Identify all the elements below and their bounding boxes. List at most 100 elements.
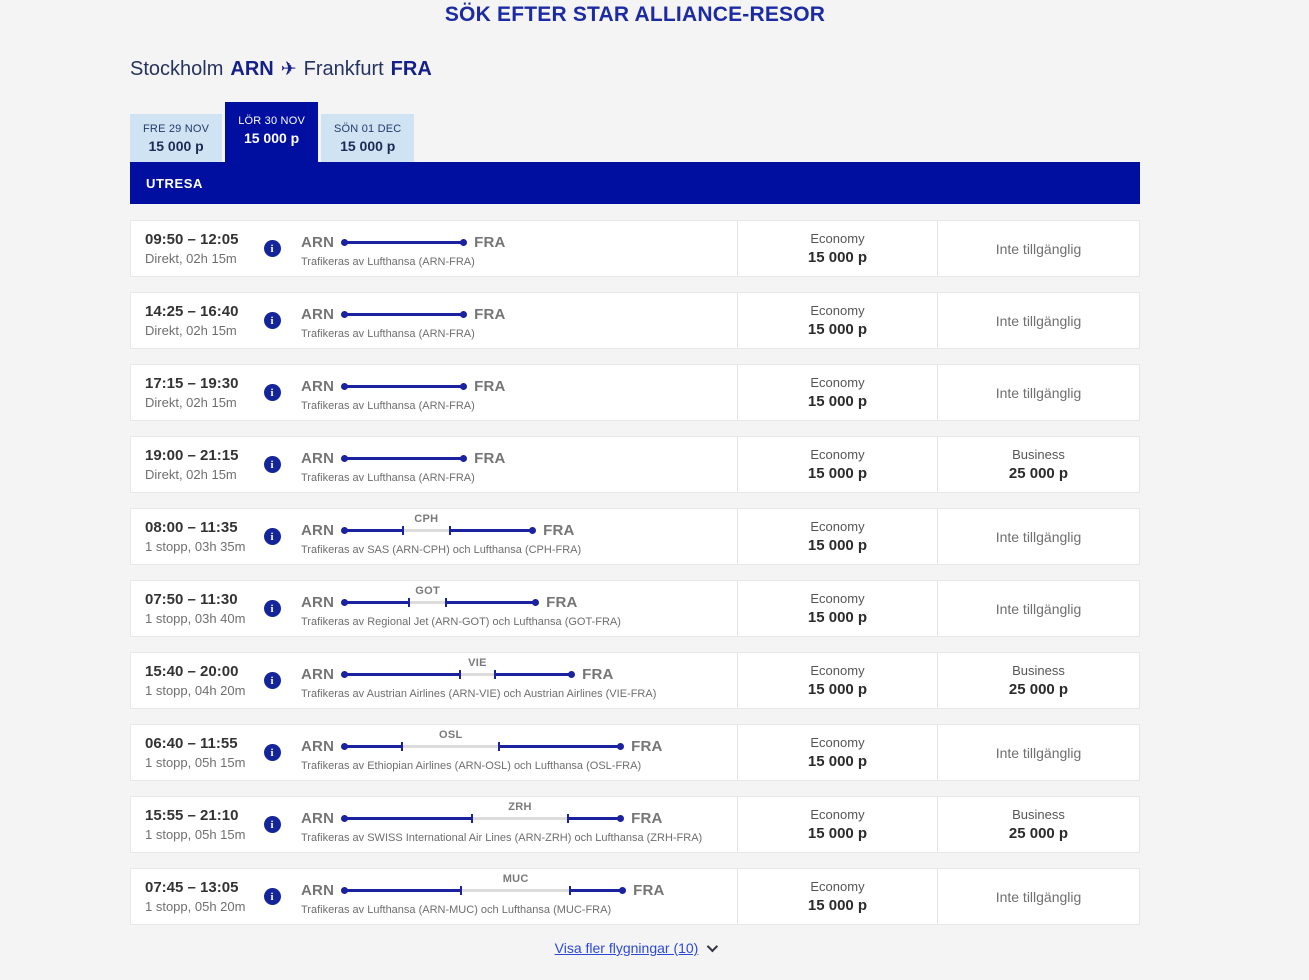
flight-row[interactable]: 09:50 – 12:05 Direkt, 02h 15m i ARN FRA … xyxy=(130,220,1140,277)
flight-row[interactable]: 08:00 – 11:35 1 stopp, 03h 35m i ARN CPH xyxy=(130,508,1140,565)
flight-duration: 1 stopp, 03h 35m xyxy=(145,539,246,554)
points-price: 25 000 p xyxy=(1008,825,1069,842)
destination-airport-code: FRA xyxy=(474,234,506,251)
time-column: 09:50 – 12:05 Direkt, 02h 15m xyxy=(131,221,243,276)
tab-points-label: 15 000 p xyxy=(340,138,396,154)
cabin-label: Business xyxy=(1012,447,1065,462)
date-tab-fri-29-nov[interactable]: FRE 29 NOV 15 000 p xyxy=(130,114,223,162)
economy-fare-cell[interactable]: Economy 15 000 p xyxy=(737,581,937,636)
flight-times: 07:50 – 11:30 xyxy=(145,591,238,608)
destination-airport-code: FRA xyxy=(582,666,614,683)
business-fare-cell[interactable]: Inte tillgänglig xyxy=(937,869,1139,924)
route-column: ARN FRA Trafikeras av Lufthansa (ARN-FRA… xyxy=(301,293,737,348)
main-content: SÖK EFTER STAR ALLIANCE-RESOR Stockholm … xyxy=(130,0,1140,956)
info-icon[interactable]: i xyxy=(263,888,281,905)
economy-fare-cell[interactable]: Economy 15 000 p xyxy=(737,509,937,564)
points-price: 15 000 p xyxy=(807,681,868,698)
flight-duration: Direkt, 02h 15m xyxy=(145,467,237,482)
economy-fare-cell[interactable]: Economy 15 000 p xyxy=(737,437,937,492)
route-end-dot xyxy=(532,599,540,606)
flight-row[interactable]: 19:00 – 21:15 Direkt, 02h 15m i ARN FRA … xyxy=(130,436,1140,493)
flight-row[interactable]: 17:15 – 19:30 Direkt, 02h 15m i ARN FRA … xyxy=(130,364,1140,421)
tick-end xyxy=(567,814,570,823)
route-line: ARN GOT FRA xyxy=(301,585,737,612)
info-icon[interactable]: i xyxy=(263,672,281,689)
time-column: 14:25 – 16:40 Direkt, 02h 15m xyxy=(131,293,243,348)
origin-airport-code: ARN xyxy=(301,234,335,251)
business-fare-cell[interactable]: Inte tillgänglig xyxy=(937,293,1139,348)
flight-row[interactable]: 07:50 – 11:30 1 stopp, 03h 40m i ARN GOT xyxy=(130,580,1140,637)
route-line: ARN VIE FRA xyxy=(301,657,737,684)
tick-start xyxy=(401,526,404,535)
flight-row[interactable]: 15:55 – 21:10 1 stopp, 05h 15m i ARN ZRH xyxy=(130,796,1140,853)
info-icon[interactable]: i xyxy=(263,528,281,545)
route-line: ARN FRA xyxy=(301,234,737,252)
tick-start xyxy=(408,598,411,607)
route-end-dot xyxy=(460,383,468,390)
economy-fare-cell[interactable]: Economy 15 000 p xyxy=(737,653,937,708)
business-fare-cell[interactable]: Inte tillgänglig xyxy=(937,221,1139,276)
time-column: 06:40 – 11:55 1 stopp, 05h 15m xyxy=(131,725,246,780)
info-icon[interactable]: i xyxy=(263,600,281,617)
route-end-dot xyxy=(460,311,468,318)
economy-fare-cell[interactable]: Economy 15 000 p xyxy=(737,869,937,924)
route-start-dot xyxy=(341,455,349,462)
icon-column: i xyxy=(243,365,301,420)
page-title: SÖK EFTER STAR ALLIANCE-RESOR xyxy=(444,3,826,26)
flight-row[interactable]: 06:40 – 11:55 1 stopp, 05h 15m i ARN OSL xyxy=(130,724,1140,781)
economy-fare-cell[interactable]: Economy 15 000 p xyxy=(737,293,937,348)
info-icon[interactable]: i xyxy=(263,312,281,329)
flight-times: 09:50 – 12:05 xyxy=(145,231,239,248)
cabin-label: Economy xyxy=(810,519,865,534)
time-column: 15:40 – 20:00 1 stopp, 04h 20m xyxy=(131,653,245,708)
route-track: CPH xyxy=(341,513,537,535)
business-cell: Business 25 000 p xyxy=(1009,447,1068,482)
destination-city: Frankfurt xyxy=(303,58,384,80)
business-fare-cell[interactable]: Business 25 000 p xyxy=(937,653,1139,708)
business-fare-cell[interactable]: Inte tillgänglig xyxy=(937,509,1139,564)
info-icon[interactable]: i xyxy=(263,456,281,473)
economy-fare-cell[interactable]: Economy 15 000 p xyxy=(737,221,937,276)
date-tab-sun-01-dec[interactable]: SÖN 01 DEC 15 000 p xyxy=(321,114,415,162)
economy-fare-cell[interactable]: Economy 15 000 p xyxy=(737,365,937,420)
stop-airport-code: OSL xyxy=(438,729,463,741)
chevron-down-icon[interactable] xyxy=(707,940,719,953)
time-column: 07:50 – 11:30 1 stopp, 03h 40m xyxy=(131,581,245,636)
info-icon[interactable]: i xyxy=(263,744,281,761)
business-fare-cell[interactable]: Inte tillgänglig xyxy=(937,581,1139,636)
not-available-label: Inte tillgänglig xyxy=(995,312,1082,329)
flight-row[interactable]: 07:45 – 13:05 1 stopp, 05h 20m i ARN MUC xyxy=(130,868,1140,925)
date-tab-sat-30-nov[interactable]: LÖR 30 NOV 15 000 p xyxy=(225,102,318,162)
info-icon[interactable]: i xyxy=(263,384,281,401)
origin-airport-code: ARN xyxy=(301,378,335,395)
route-end-dot xyxy=(529,527,537,534)
tab-date-label: LÖR 30 NOV xyxy=(238,115,305,127)
section-header-label: UTRESA xyxy=(146,175,204,191)
icon-column: i xyxy=(243,725,301,780)
time-column: 15:55 – 21:10 1 stopp, 05h 15m xyxy=(131,797,246,852)
operating-carrier: Trafikeras av Lufthansa (ARN-FRA) xyxy=(301,399,475,412)
business-fare-cell[interactable]: Inte tillgänglig xyxy=(937,365,1139,420)
flight-row[interactable]: 15:40 – 20:00 1 stopp, 04h 20m i ARN VIE xyxy=(130,652,1140,709)
flight-duration: 1 stopp, 05h 15m xyxy=(145,827,246,842)
economy-fare-cell[interactable]: Economy 15 000 p xyxy=(737,725,937,780)
route-track xyxy=(341,383,468,390)
info-icon[interactable]: i xyxy=(263,240,281,257)
info-icon[interactable]: i xyxy=(263,816,281,833)
flight-row[interactable]: 14:25 – 16:40 Direkt, 02h 15m i ARN FRA … xyxy=(130,292,1140,349)
tick-end xyxy=(444,598,447,607)
business-fare-cell[interactable]: Inte tillgänglig xyxy=(937,725,1139,780)
cabin-label: Economy xyxy=(810,231,865,246)
flight-duration: 1 stopp, 05h 15m xyxy=(145,755,246,770)
tick-start xyxy=(460,886,463,895)
destination-airport-code: FRA xyxy=(546,594,578,611)
cabin-label: Business xyxy=(1012,663,1065,678)
points-price: 15 000 p xyxy=(807,825,868,842)
business-fare-cell[interactable]: Business 25 000 p xyxy=(937,797,1139,852)
show-more-flights-link[interactable]: Visa fler flygningar (10) xyxy=(555,940,699,956)
route-track xyxy=(341,455,468,462)
economy-fare-cell[interactable]: Economy 15 000 p xyxy=(737,797,937,852)
route-column: ARN FRA Trafikeras av Lufthansa (ARN-FRA… xyxy=(301,437,737,492)
business-fare-cell[interactable]: Business 25 000 p xyxy=(937,437,1139,492)
tick-end xyxy=(493,670,496,679)
